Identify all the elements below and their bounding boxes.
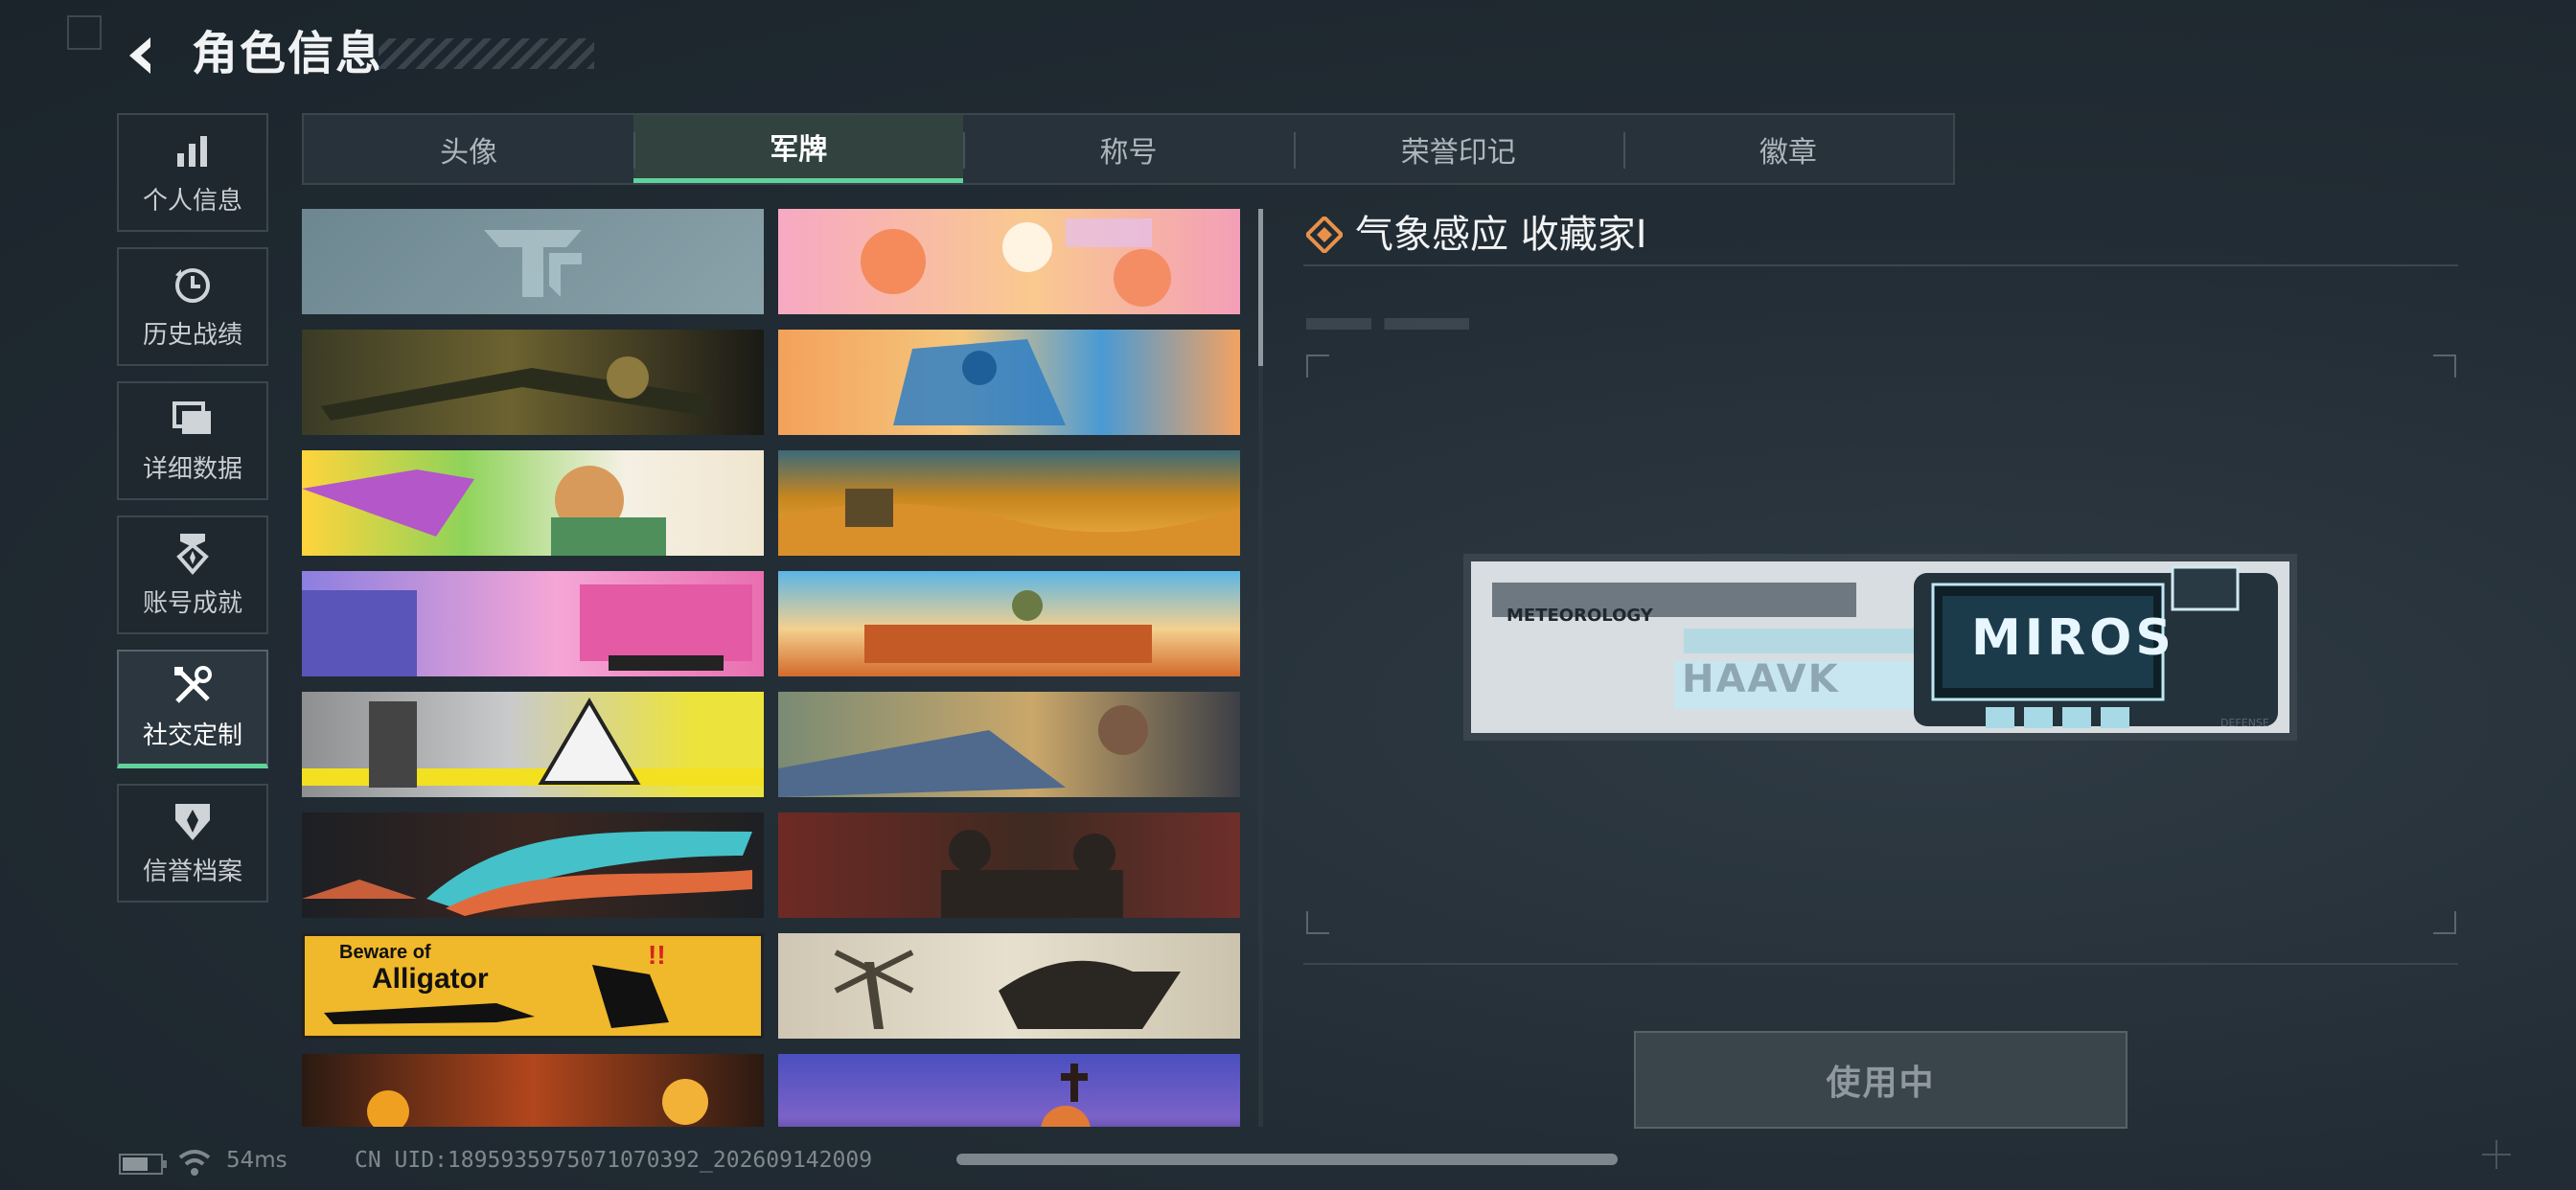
tab-avatar[interactable]: 头像 — [304, 115, 633, 183]
grid-scrollbar-thumb[interactable] — [1258, 209, 1263, 366]
featured-brand: MIROS — [1971, 609, 2175, 667]
dogtag-item[interactable] — [302, 571, 764, 676]
nav-item-details[interactable]: 详细数据 — [117, 381, 268, 500]
diamond-icon — [1306, 217, 1343, 253]
header-corner-box — [67, 15, 102, 50]
clock-icon — [171, 263, 215, 308]
nav-item-achievements[interactable]: 账号成就 — [117, 515, 268, 634]
dogtag-item[interactable] — [778, 209, 1240, 314]
featured-dogtag: METEOROLOGY HAAVK MIROS DEFENSE — [1463, 554, 2297, 741]
tab-badge[interactable]: 徽章 — [1622, 115, 1953, 183]
featured-side-text: DEFENSE — [2220, 717, 2269, 729]
dogtag-grid: Beware of Alligator !! — [302, 209, 1243, 1127]
nav-label: 历史战绩 — [142, 320, 242, 350]
in-use-label: 使用中 — [1826, 1064, 1936, 1103]
detail-bottom-divider — [1303, 963, 2458, 965]
title-decoration — [379, 38, 594, 69]
back-button[interactable] — [113, 27, 171, 84]
dogtag-item[interactable] — [302, 812, 764, 918]
alligator-icon — [324, 965, 669, 1028]
nav-label: 社交定制 — [142, 721, 242, 750]
dogtag-item[interactable] — [778, 571, 1240, 676]
home-indicator[interactable] — [956, 1154, 1618, 1165]
tab-title[interactable]: 称号 — [963, 115, 1293, 183]
dogtag-item[interactable] — [778, 812, 1240, 918]
battery-icon — [119, 1154, 167, 1175]
dogtag-item[interactable] — [302, 1054, 764, 1127]
dogtag-item[interactable] — [778, 330, 1240, 435]
dogtag-item[interactable] — [302, 330, 764, 435]
page-title: 角色信息 — [192, 27, 384, 80]
dogtag-item[interactable] — [302, 450, 764, 556]
wifi-icon — [178, 1150, 211, 1176]
dogtag-item[interactable] — [778, 933, 1240, 1039]
nav-item-personal[interactable]: 个人信息 — [117, 113, 268, 232]
nav-label: 个人信息 — [142, 186, 242, 216]
crosshair-icon — [2482, 1140, 2511, 1169]
dogtag-item[interactable] — [778, 1054, 1240, 1127]
nav-item-social[interactable]: 社交定制 — [117, 650, 268, 768]
dogtag-item[interactable] — [302, 692, 764, 797]
dogtag-item[interactable] — [302, 209, 764, 314]
dogtag-item[interactable] — [778, 450, 1240, 556]
nav-label: 详细数据 — [142, 454, 242, 484]
detail-divider — [1303, 264, 2458, 266]
detail-title: 气象感应 收藏家Ⅰ — [1355, 213, 1647, 257]
detail-decoration — [1306, 318, 1469, 330]
medal-icon — [171, 532, 215, 576]
dogtag-item[interactable] — [778, 692, 1240, 797]
dogtag-emblem-icon — [484, 230, 582, 297]
ping-readout: 54ms — [226, 1148, 288, 1173]
tools-icon — [171, 664, 215, 708]
chevron-left-icon — [129, 37, 150, 74]
nav-item-history[interactable]: 历史战绩 — [117, 247, 268, 366]
nav-item-credit[interactable]: 信誉档案 — [117, 784, 268, 903]
featured-top-text: METEOROLOGY — [1506, 606, 1653, 626]
nav-label: 信誉档案 — [142, 857, 242, 886]
in-use-button[interactable]: 使用中 — [1634, 1031, 2128, 1129]
dogtag-item[interactable]: Beware of Alligator !! — [302, 933, 764, 1039]
category-tabs: 头像 军牌 称号 荣誉印记 徽章 — [302, 113, 1955, 185]
tab-honor-mark[interactable]: 荣誉印记 — [1293, 115, 1623, 183]
nav-label: 账号成就 — [142, 588, 242, 618]
bar-chart-icon — [171, 129, 215, 173]
shield-icon — [171, 800, 215, 844]
user-uid: CN UID:18959359750710703​92_202609142009 — [355, 1148, 873, 1173]
featured-maker: HAAVK — [1682, 657, 1840, 701]
folder-icon — [171, 398, 215, 442]
tab-dogtag[interactable]: 军牌 — [633, 115, 964, 183]
